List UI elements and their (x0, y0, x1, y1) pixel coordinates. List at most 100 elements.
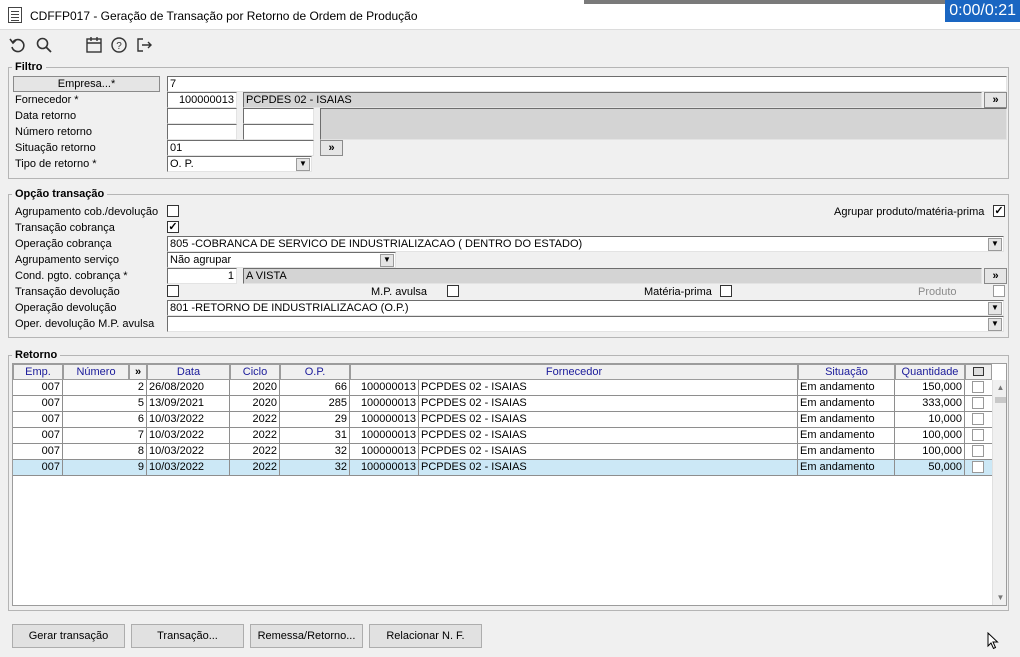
cell-emp: 007 (13, 428, 63, 444)
cell-numero: 8 (63, 444, 147, 460)
column-header-data[interactable]: Data (147, 364, 230, 380)
situacao-retorno-label: Situação retorno (15, 142, 96, 154)
fornecedor-more-button[interactable]: » (984, 92, 1007, 108)
agrupamento-servico-value: Não agrupar (170, 254, 232, 266)
cell-fornecedor-code: 100000013 (350, 428, 419, 444)
cell-select (965, 412, 992, 428)
undo-icon[interactable] (8, 36, 28, 56)
cond-pgto-more-button[interactable]: » (984, 268, 1007, 284)
table-row[interactable]: 007 2 26/08/2020 2020 66 100000013 PCPDES 02 -… (13, 380, 992, 396)
cell-fornecedor-code: 100000013 (350, 460, 419, 476)
table-scrollbar[interactable]: ▲ ▼ (992, 380, 1006, 605)
empresa-input[interactable]: 7 (167, 76, 1007, 92)
svg-text:?: ? (116, 41, 122, 52)
column-header-select-all[interactable] (965, 364, 992, 380)
scroll-thumb[interactable] (995, 397, 1006, 403)
agrupamento-cob-label: Agrupamento cob./devolução (15, 206, 159, 218)
operacao-devolucao-select[interactable]: 801 -RETORNO DE INDUSTRIALIZACAO (O.P.) … (167, 300, 1004, 316)
column-header-situacao[interactable]: Situação (798, 364, 895, 380)
row-checkbox[interactable] (972, 461, 984, 473)
table-row[interactable]: 007 6 10/03/2022 2022 29 100000013 PCPDES 02 -… (13, 412, 992, 428)
filtro-legend: Filtro (12, 61, 46, 73)
chevron-down-icon[interactable]: ▼ (296, 158, 310, 171)
select-all-icon (973, 367, 984, 376)
cell-ciclo: 2022 (230, 412, 280, 428)
cell-ciclo: 2022 (230, 428, 280, 444)
numero-retorno-to-input[interactable] (243, 124, 314, 140)
cell-numero: 7 (63, 428, 147, 444)
cell-fornecedor-name: PCPDES 02 - ISAIAS (419, 460, 798, 476)
exit-icon[interactable] (134, 36, 154, 56)
column-header-numero[interactable]: Número (63, 364, 129, 380)
mp-avulsa-checkbox[interactable] (447, 285, 459, 297)
cell-fornecedor-code: 100000013 (350, 444, 419, 460)
empresa-button[interactable]: Empresa...* (13, 76, 160, 92)
chevron-down-icon[interactable]: ▼ (988, 318, 1002, 331)
transacao-cobranca-checkbox[interactable]: ✓ (167, 221, 179, 233)
data-retorno-to-input[interactable] (243, 108, 314, 124)
row-checkbox[interactable] (972, 445, 984, 457)
cell-emp: 007 (13, 444, 63, 460)
transacao-devolucao-checkbox[interactable] (167, 285, 179, 297)
transacao-button[interactable]: Transação... (131, 624, 244, 648)
oper-devolucao-mp-select[interactable]: ▼ (167, 316, 1004, 332)
operacao-cobranca-label: Operação cobrança (15, 238, 112, 250)
column-header-quantidade[interactable]: Quantidade (895, 364, 965, 380)
scroll-up-icon[interactable]: ▲ (993, 380, 1006, 396)
table-row[interactable]: 007 9 10/03/2022 2022 32 100000013 PCPDES 02 -… (13, 460, 992, 476)
scroll-down-icon[interactable]: ▼ (993, 590, 1006, 605)
row-checkbox[interactable] (972, 429, 984, 441)
situacao-more-button[interactable]: » (320, 140, 343, 156)
cond-pgto-name-field: A VISTA (243, 268, 982, 284)
agrupamento-cob-checkbox[interactable] (167, 205, 179, 217)
cell-emp: 007 (13, 380, 63, 396)
transacao-cobranca-label: Transação cobrança (15, 222, 115, 234)
fornecedor-code-input[interactable]: 100000013 (167, 92, 237, 108)
chevron-down-icon[interactable]: ▼ (988, 238, 1002, 251)
materia-prima-label: Matéria-prima (644, 286, 712, 298)
cell-quantidade: 150,000 (895, 380, 965, 396)
window-title: CDFFP017 - Geração de Transação por Reto… (30, 9, 418, 23)
column-header-more[interactable]: » (129, 364, 147, 380)
filtro-readonly-area (320, 108, 1007, 140)
cell-select (965, 380, 992, 396)
operacao-devolucao-value: 801 -RETORNO DE INDUSTRIALIZACAO (O.P.) (170, 302, 409, 314)
numero-retorno-from-input[interactable] (167, 124, 237, 140)
gerar-transacao-button[interactable]: Gerar transação (12, 624, 125, 648)
operacao-cobranca-select[interactable]: 805 -COBRANCA DE SERVICO DE INDUSTRIALIZ… (167, 236, 1004, 252)
fornecedor-name-field: PCPDES 02 - ISAIAS (243, 92, 982, 108)
column-header-emp[interactable]: Emp. (13, 364, 63, 380)
app-icon (8, 7, 22, 23)
relacionar-nf-button[interactable]: Relacionar N. F. (369, 624, 482, 648)
row-checkbox[interactable] (972, 381, 984, 393)
data-retorno-from-input[interactable] (167, 108, 237, 124)
calendar-icon[interactable] (84, 36, 104, 56)
column-header-ciclo[interactable]: Ciclo (230, 364, 280, 380)
cond-pgto-code-input[interactable]: 1 (167, 268, 237, 284)
materia-prima-checkbox[interactable] (720, 285, 732, 297)
help-icon[interactable]: ? (109, 36, 129, 56)
mp-avulsa-label: M.P. avulsa (371, 286, 428, 298)
column-header-fornecedor[interactable]: Fornecedor (350, 364, 798, 380)
search-icon[interactable] (34, 36, 54, 56)
cell-fornecedor-name: PCPDES 02 - ISAIAS (419, 412, 798, 428)
table-row[interactable]: 007 7 10/03/2022 2022 31 100000013 PCPDES 02 -… (13, 428, 992, 444)
cell-data: 13/09/2021 (147, 396, 230, 412)
tipo-retorno-select[interactable]: O. P. ▼ (167, 156, 312, 172)
table-row[interactable]: 007 8 10/03/2022 2022 32 100000013 PCPDES 02 -… (13, 444, 992, 460)
agrupamento-servico-select[interactable]: Não agrupar ▼ (167, 252, 396, 268)
cell-situacao: Em andamento (798, 460, 895, 476)
cell-fornecedor-name: PCPDES 02 - ISAIAS (419, 396, 798, 412)
row-checkbox[interactable] (972, 413, 984, 425)
remessa-retorno-button[interactable]: Remessa/Retorno... (250, 624, 363, 648)
row-checkbox[interactable] (972, 397, 984, 409)
cell-select (965, 444, 992, 460)
situacao-retorno-input[interactable]: 01 (167, 140, 314, 156)
table-row[interactable]: 007 5 13/09/2021 2020 285 100000013 PCPDES 02 … (13, 396, 992, 412)
column-header-op[interactable]: O.P. (280, 364, 350, 380)
oper-devolucao-mp-label: Oper. devolução M.P. avulsa (15, 318, 155, 330)
agrupar-produto-checkbox[interactable]: ✓ (993, 205, 1005, 217)
chevron-down-icon[interactable]: ▼ (380, 254, 394, 267)
cell-op: 32 (280, 460, 350, 476)
chevron-down-icon[interactable]: ▼ (988, 302, 1002, 315)
